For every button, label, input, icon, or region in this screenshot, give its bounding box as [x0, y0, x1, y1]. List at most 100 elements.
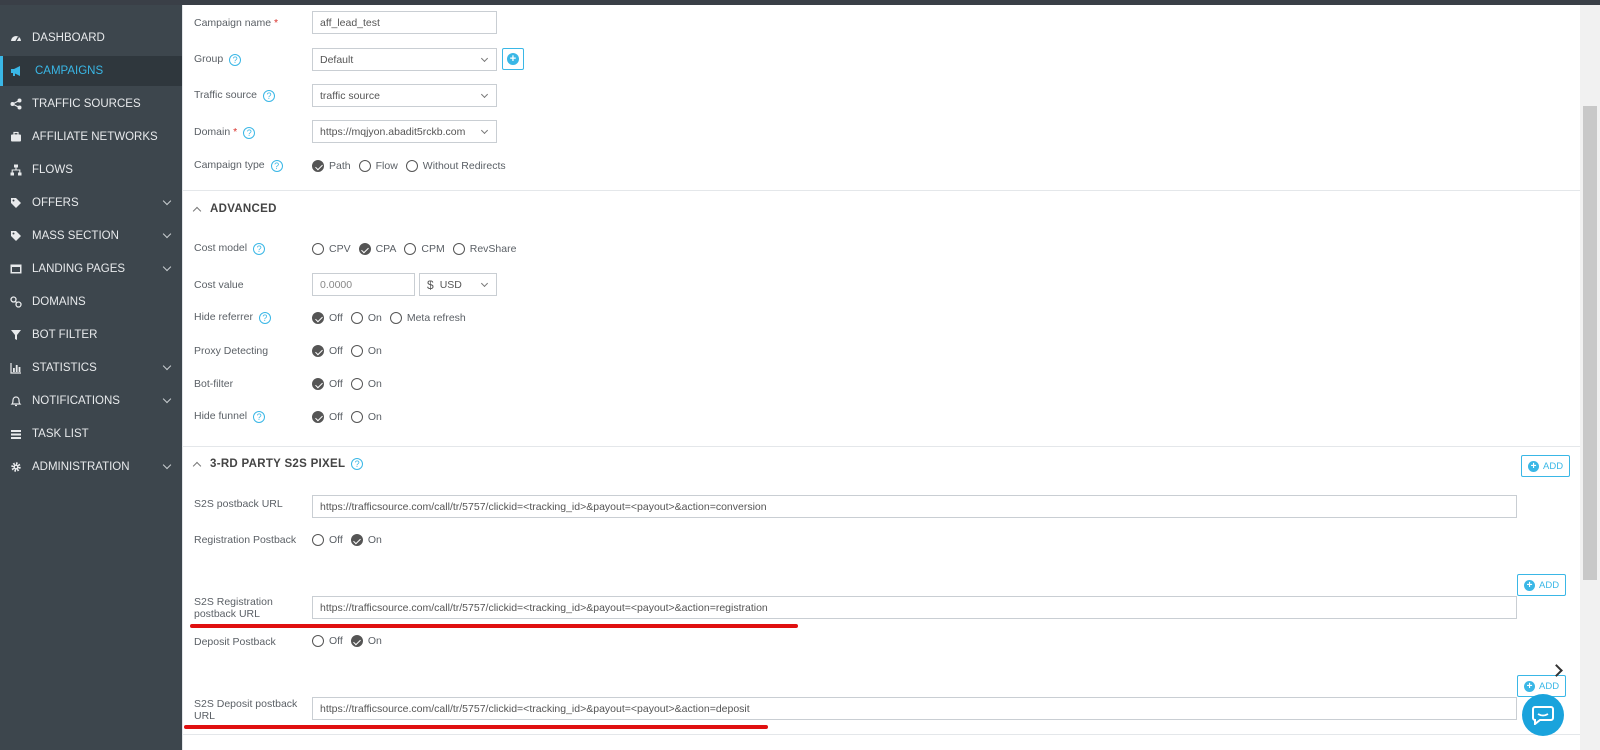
bar-chart-icon [9, 361, 23, 375]
sidebar-item-domains[interactable]: DOMAINS [0, 287, 182, 317]
sidebar-item-campaigns[interactable]: CAMPAIGNS [0, 56, 182, 86]
chevron-down-icon [162, 460, 172, 470]
s2s-registration-url-input[interactable]: https://trafficsource.com/call/tr/5757/c… [312, 596, 1517, 619]
group-label-text: Group [194, 53, 224, 65]
campaign-name-label: Campaign name * [194, 17, 278, 29]
hide-funnel-off-radio[interactable]: Off [312, 411, 343, 423]
campaign-type-without-redirects-radio[interactable]: Without Redirects [405, 160, 506, 172]
sidebar-item-task-list[interactable]: TASK LIST [0, 419, 182, 449]
sidebar-item-landing-pages[interactable]: LANDING PAGES [0, 254, 182, 284]
sidebar-item-offers[interactable]: OFFERS [0, 188, 182, 218]
traffic-source-label: Traffic source? [194, 89, 276, 102]
bot-filter-on-radio[interactable]: On [350, 378, 382, 390]
deposit-postback-off-radio[interactable]: Off [312, 635, 343, 647]
sidebar-item-mass-section[interactable]: MASS SECTION [0, 221, 182, 251]
sidebar-item-notifications[interactable]: NOTIFICATIONS [0, 386, 182, 416]
radio-label: On [367, 635, 382, 647]
help-icon[interactable]: ? [270, 160, 283, 172]
bot-filter-radio-group: Off On [312, 377, 390, 391]
radio-dot [389, 312, 402, 324]
sidebar-item-administration[interactable]: ADMINISTRATION [0, 452, 182, 482]
help-icon[interactable]: ? [243, 127, 256, 139]
currency-value: USD [439, 278, 462, 291]
sidebar-item-label: TASK LIST [32, 428, 89, 440]
radio-label: CPA [375, 243, 397, 255]
scrollbar-thumb[interactable] [1583, 106, 1597, 580]
radio-dot [404, 243, 417, 255]
sidebar-item-statistics[interactable]: STATISTICS [0, 353, 182, 383]
radio-dot [312, 160, 324, 172]
sidebar-item-dashboard[interactable]: DASHBOARD [0, 23, 182, 53]
sidebar-item-traffic-sources[interactable]: TRAFFIC SOURCES [0, 89, 182, 119]
radio-dot [350, 411, 363, 423]
currency-select[interactable]: $ USD [419, 273, 497, 296]
hide-referrer-on-radio[interactable]: On [350, 312, 382, 324]
hide-referrer-meta-refresh-radio[interactable]: Meta refresh [389, 312, 466, 324]
registration-postback-on-radio[interactable]: On [350, 534, 382, 546]
proxy-detecting-radio-group: Off On [312, 344, 390, 358]
deposit-postback-on-radio[interactable]: On [350, 635, 382, 647]
help-icon[interactable]: ? [258, 312, 271, 324]
sidebar-item-flows[interactable]: FLOWS [0, 155, 182, 185]
registration-postback-off-radio[interactable]: Off [312, 534, 343, 546]
registration-postback-radio-group: Off On [312, 533, 390, 547]
help-icon[interactable]: ? [253, 411, 266, 423]
cost-value-input[interactable] [312, 273, 415, 296]
campaign-type-flow-radio[interactable]: Flow [358, 160, 398, 172]
add-s2s-pixel-button[interactable]: + ADD [1521, 455, 1571, 477]
live-chat-button[interactable] [1522, 694, 1564, 736]
radio-dot [350, 378, 363, 390]
highlight-underline [190, 624, 798, 628]
hide-referrer-off-radio[interactable]: Off [312, 312, 343, 324]
help-icon[interactable]: ? [351, 458, 364, 470]
traffic-source-select[interactable]: traffic source [312, 84, 497, 107]
cost-model-revshare-radio[interactable]: RevShare [452, 243, 517, 255]
hide-funnel-on-radio[interactable]: On [350, 411, 382, 423]
domain-label: Domain *? [194, 126, 256, 139]
sidebar-item-bot-filter[interactable]: BOT FILTER [0, 320, 182, 350]
sidebar-item-label: OFFERS [32, 197, 79, 209]
s2s-pixel-section-toggle[interactable]: 3-RD PARTY S2S PIXEL? [192, 458, 364, 470]
hide-funnel-label-text: Hide funnel [194, 410, 248, 422]
sidebar-item-label: BOT FILTER [32, 329, 98, 341]
section-divider [182, 446, 1580, 447]
domain-select[interactable]: https://mqjyon.abadit5rckb.com [312, 120, 497, 143]
help-icon[interactable]: ? [253, 243, 266, 255]
proxy-detecting-off-radio[interactable]: Off [312, 345, 343, 357]
cost-model-cpv-radio[interactable]: CPV [312, 243, 351, 255]
plus-circle-icon: + [507, 53, 519, 65]
radio-label: On [367, 534, 382, 546]
add-group-button[interactable]: + [502, 48, 524, 70]
campaign-type-path-radio[interactable]: Path [312, 160, 351, 172]
radio-dot [350, 345, 363, 357]
radio-label: RevShare [469, 243, 517, 255]
advanced-section-toggle[interactable]: ADVANCED [192, 203, 277, 215]
radio-dot [312, 635, 324, 647]
s2s-postback-url-input[interactable]: https://trafficsource.com/call/tr/5757/c… [312, 495, 1517, 518]
cost-value-label: Cost value [194, 279, 244, 291]
radio-label: Path [329, 160, 351, 172]
radio-dot [312, 411, 324, 423]
cost-model-cpa-radio[interactable]: CPA [358, 243, 397, 255]
campaign-name-input[interactable]: aff_lead_test [312, 11, 497, 34]
add-registration-pixel-button[interactable]: + ADD [1517, 574, 1567, 596]
highlight-underline [184, 725, 768, 729]
domain-value: https://mqjyon.abadit5rckb.com [320, 125, 466, 138]
cost-value-text-input[interactable] [320, 278, 407, 291]
plus-circle-icon: + [1524, 579, 1535, 591]
radio-dot [358, 243, 371, 255]
help-icon[interactable]: ? [263, 90, 276, 102]
campaign-type-radio-group: Path Flow Without Redirects [312, 159, 514, 173]
s2s-deposit-url-input[interactable]: https://trafficsource.com/call/tr/5757/c… [312, 697, 1517, 720]
help-icon[interactable]: ? [229, 54, 242, 66]
group-select[interactable]: Default [312, 48, 497, 71]
sidebar-item-label: ADMINISTRATION [32, 461, 130, 473]
sidebar-item-affiliate-networks[interactable]: AFFILIATE NETWORKS [0, 122, 182, 152]
cost-model-cpm-radio[interactable]: CPM [404, 243, 445, 255]
sidebar-item-label: DASHBOARD [32, 32, 105, 44]
radio-label: On [367, 411, 382, 423]
campaign-name-label-text: Campaign name [194, 17, 272, 29]
section-divider [182, 734, 1580, 735]
bot-filter-off-radio[interactable]: Off [312, 378, 343, 390]
proxy-detecting-on-radio[interactable]: On [350, 345, 382, 357]
